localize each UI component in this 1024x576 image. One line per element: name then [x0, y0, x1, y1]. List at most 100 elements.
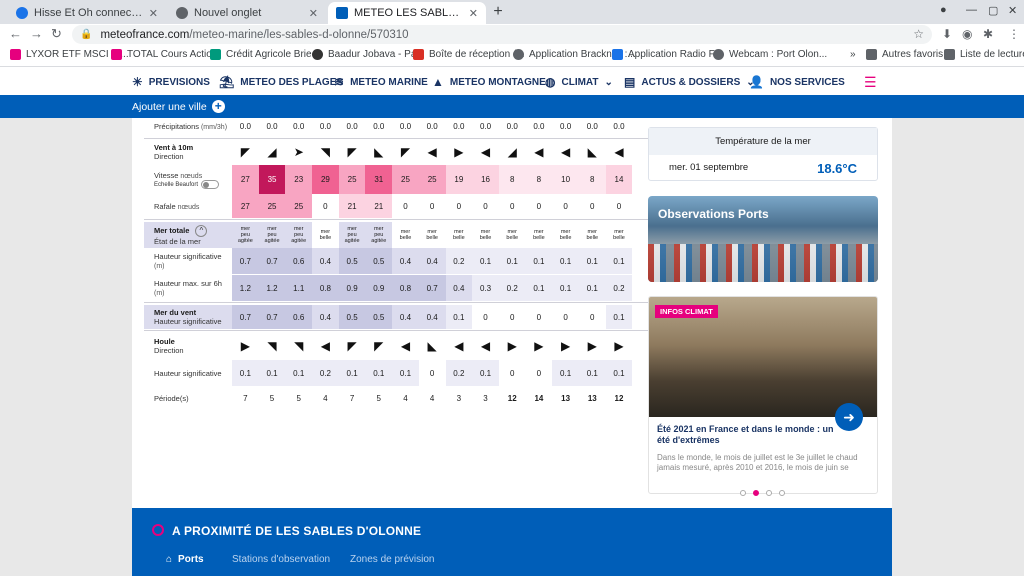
address-bar[interactable]: 🔒 meteofrance.com/meteo-marine/les-sable… [72, 25, 932, 44]
direction-arrow-icon: ◀ [534, 145, 544, 159]
table-cell: 19 [445, 165, 473, 194]
table-cell: 0 [552, 194, 579, 218]
extension-icon[interactable]: ⬇ [942, 27, 952, 41]
bookmark-item[interactable]: Crédit Agricole Brie... [210, 49, 320, 60]
tab-strip: Hisse Et Oh connecte tous les jo ✕ Nouve… [0, 0, 1024, 24]
table-cell: 14 [605, 165, 633, 194]
direction-arrow-icon: ▶ [507, 339, 517, 353]
close-icon[interactable]: ✕ [469, 7, 478, 20]
tab-stations[interactable]: Stations d'observation [232, 554, 330, 565]
puzzle-icon[interactable]: ✱ [983, 27, 993, 41]
arrow-right-icon[interactable]: ➜ [835, 403, 863, 431]
maximize-icon[interactable]: ▢ [988, 4, 998, 17]
bookmark-item[interactable]: Boîte de réception (... [413, 49, 525, 60]
table-cell: 0.1 [578, 248, 606, 274]
bookmark-item[interactable]: Application Radio F... [612, 49, 722, 60]
tab-meteo[interactable]: METEO LES SABLES D'OLONNE ✕ [328, 2, 486, 24]
tab-zones[interactable]: Zones de prévision [350, 554, 435, 565]
climate-card-title[interactable]: Été 2021 en France et dans le monde : un… [657, 424, 837, 446]
table-cell: 0.1 [498, 248, 526, 274]
tab-ports[interactable]: ⌂ Ports [166, 554, 204, 565]
table-cell: 0.4 [392, 248, 419, 274]
table-cell: 0.4 [392, 305, 419, 329]
direction-arrow-icon: ◥ [320, 145, 331, 159]
table-cell: 0 [509, 312, 515, 322]
reading-list-icon [944, 49, 955, 60]
table-cell: 0.0 [239, 122, 251, 131]
menu-icon[interactable]: ⋮ [1008, 27, 1020, 41]
bookmark-item[interactable]: Baadur Jobava - Pa... [312, 49, 425, 60]
minimize-icon[interactable]: — [966, 4, 977, 16]
radio-icon [612, 49, 623, 60]
table-cell: 0.1 [445, 305, 473, 329]
direction-arrow-icon: ◥ [267, 339, 277, 353]
nav-montagne[interactable]: ▲ METEO MONTAGNE [432, 75, 546, 89]
nav-previsions[interactable]: ☀ PREVISIONS [132, 75, 210, 89]
nav-marine[interactable]: ≋ METEO MARINE [334, 75, 428, 89]
carousel-dot[interactable] [766, 490, 772, 496]
close-icon[interactable]: ✕ [309, 7, 318, 20]
direction-arrow-icon: ➤ [293, 145, 304, 159]
url-path: /meteo-marine/les-sables-d-olonne/570310 [189, 28, 409, 41]
bookmark-item[interactable]: TOTAL Cours Actio... [111, 49, 220, 60]
collapse-icon[interactable]: ^ [195, 224, 208, 237]
table-cell: 0 [418, 194, 446, 218]
table-cell: 4 [403, 393, 408, 403]
carousel-dot-active[interactable] [753, 490, 759, 496]
add-city-label: Ajouter une ville [132, 100, 207, 113]
table-cell: 0.2 [445, 360, 473, 386]
profile-icon[interactable]: ● [940, 4, 947, 16]
forward-icon[interactable]: → [30, 26, 43, 41]
extension-icon[interactable]: ◉ [962, 27, 972, 41]
bookmark-item[interactable]: Webcam : Port Olon... [713, 49, 827, 60]
tab-new[interactable]: Nouvel onglet ✕ [168, 2, 326, 24]
close-icon[interactable]: ✕ [149, 7, 158, 20]
reload-icon[interactable]: ↻ [51, 26, 62, 42]
table-cell: 25 [285, 194, 313, 218]
page-gutter-left [0, 118, 132, 576]
table-cell: 0 [590, 312, 595, 322]
nav-label: ACTUS & DOSSIERS [641, 76, 741, 88]
table-cell: 0.4 [312, 305, 339, 329]
hamburger-menu-icon[interactable]: ☰ [864, 74, 877, 91]
table-cell: 25 [392, 165, 419, 194]
tab-hisse[interactable]: Hisse Et Oh connecte tous les jo ✕ [8, 2, 166, 24]
table-cell: mer belle [319, 229, 332, 241]
city-bar: Ajouter une ville + [0, 95, 1024, 118]
direction-arrow-icon: ◀ [454, 339, 464, 353]
back-icon[interactable]: ← [9, 26, 22, 41]
reading-list[interactable]: Liste de lecture [944, 49, 1024, 60]
direction-arrow-icon: ◀ [480, 145, 491, 159]
table-cell: 0.2 [605, 275, 633, 301]
table-cell: 12 [507, 393, 517, 403]
nav-actus[interactable]: ▤ ACTUS & DOSSIERS ⌄ [624, 75, 755, 89]
page-gutter-right [892, 118, 1024, 576]
new-tab-button[interactable]: + [489, 4, 507, 22]
add-city-button[interactable]: Ajouter une ville + [132, 100, 225, 113]
table-cell: 10 [552, 165, 579, 194]
direction-arrow-icon: ◀ [480, 339, 491, 353]
bookmark-folder[interactable]: Autres favoris [866, 49, 943, 60]
table-cell: 0.4 [445, 275, 473, 301]
ports-observation-card[interactable]: Observations Ports [648, 196, 878, 282]
table-cell: 0.0 [506, 122, 518, 131]
table-cell: 8 [525, 165, 553, 194]
tab-label: METEO LES SABLES D'OLONNE [354, 7, 463, 19]
chevron-down-icon: ⌄ [604, 76, 613, 88]
mountain-icon: ▲ [432, 75, 444, 89]
bookmark-star-icon[interactable]: ☆ [913, 27, 924, 41]
nav-plages[interactable]: ⛱ METEO DES PLAGES [219, 75, 343, 89]
more-bookmarks-icon[interactable]: » [850, 49, 856, 60]
table-cell: mer belle [426, 229, 438, 241]
window-close-icon[interactable]: ✕ [1008, 4, 1017, 17]
carousel-dot[interactable] [740, 490, 746, 496]
lock-icon: 🔒 [80, 29, 93, 40]
table-cell: 0.0 [453, 122, 465, 131]
climate-news-card[interactable]: INFOS CLIMAT ➜ Été 2021 en France et dan… [648, 296, 878, 494]
table-cell: 29 [312, 165, 339, 194]
direction-arrow-icon: ◣ [374, 145, 384, 159]
beaufort-toggle[interactable] [201, 179, 220, 189]
nav-services[interactable]: 👤 NOS SERVICES [749, 75, 845, 89]
carousel-dot[interactable] [779, 490, 785, 496]
nav-climat[interactable]: ◍ CLIMAT ⌄ [545, 75, 613, 89]
